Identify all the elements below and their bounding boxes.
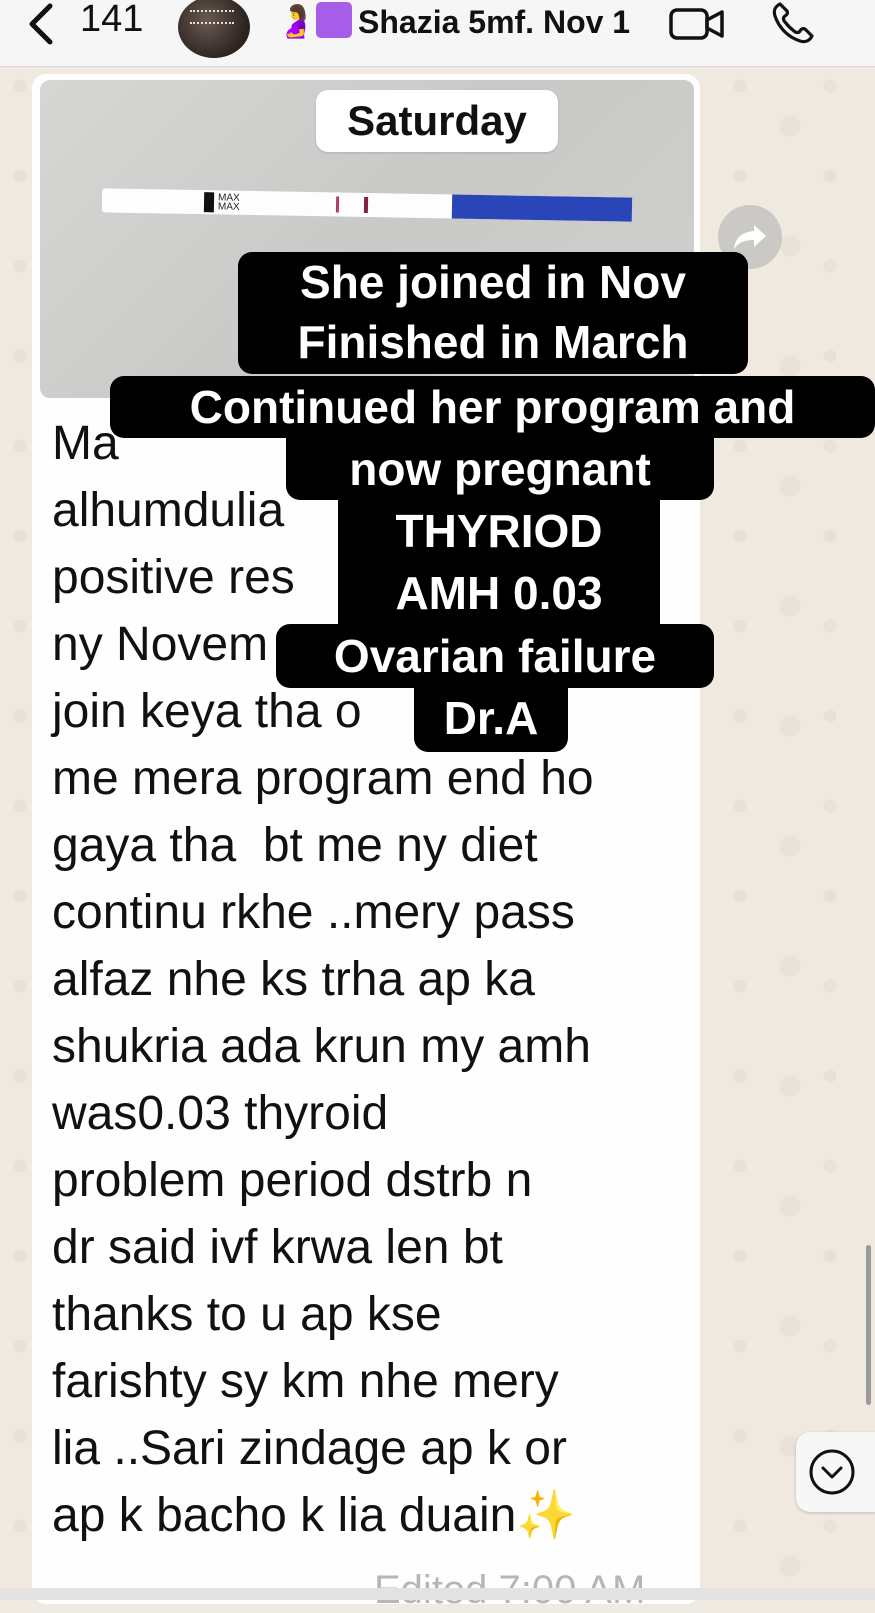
caption-line: Continued her program and [110, 376, 875, 438]
pregnant-woman-emoji: 🤰 [276, 3, 316, 39]
avatar[interactable] [178, 0, 250, 58]
message-line: lia ..Sari zindage ap k or [52, 1422, 567, 1475]
message-line: farishty sy km nhe mery [52, 1355, 559, 1408]
purple-square-emoji [316, 2, 352, 38]
strip-control-line [335, 196, 340, 213]
message-line: alfaz nhe ks trha ap ka [52, 953, 535, 1006]
contact-name[interactable]: Shazia 5mf. Nov 1 [358, 4, 630, 41]
strip-marker [203, 192, 215, 213]
scroll-to-bottom-button[interactable] [796, 1432, 875, 1512]
message-line: gaya tha bt me ny diet [52, 819, 538, 872]
strip-test-line [363, 196, 369, 214]
back-chevron-icon[interactable] [22, 2, 62, 46]
strip-max-label: MAX MAX [217, 192, 240, 213]
caption-line: AMH 0.03 [395, 567, 603, 619]
caption-line: THYRIOD [395, 505, 603, 557]
message-line: ap k bacho k lia duain✨ [52, 1489, 577, 1542]
chat-header: 141 🤰 Shazia 5mf. Nov 1 [0, 0, 875, 67]
chevron-down-circle-icon [809, 1449, 855, 1495]
date-separator: Saturday [316, 90, 558, 152]
unread-count[interactable]: 141 [80, 0, 143, 41]
caption-line: Finished in March [297, 316, 689, 368]
video-call-icon[interactable] [668, 4, 726, 44]
test-strip: MAX MAX [101, 188, 633, 222]
message-line: join keya tha o n [52, 685, 549, 738]
message-line: problem period dstrb n [52, 1154, 533, 1207]
caption-block-top: She joined in Nov Finished in March [238, 252, 748, 374]
caption-line: She joined in Nov [300, 256, 686, 308]
message-line: shukria ada krun my amh [52, 1020, 591, 1073]
bottom-bar [0, 1588, 875, 1600]
caption-line: Ovarian failure [276, 624, 714, 688]
strip-handle [451, 194, 633, 222]
message-line: was0.03 thyroid [52, 1087, 389, 1140]
caption-line: Dr.A [414, 688, 568, 752]
message-line: me mera program end ho [52, 752, 594, 805]
phone-call-icon[interactable] [770, 0, 816, 46]
caption-line: now pregnant [286, 438, 714, 500]
message-line: dr said ivf krwa len bt [52, 1221, 503, 1274]
caption-block-middle: THYRIOD AMH 0.03 [338, 500, 660, 624]
scrollbar[interactable] [866, 1245, 871, 1405]
message-line: continu rkhe ..mery pass [52, 886, 575, 939]
message-line: thanks to u ap kse [52, 1288, 442, 1341]
